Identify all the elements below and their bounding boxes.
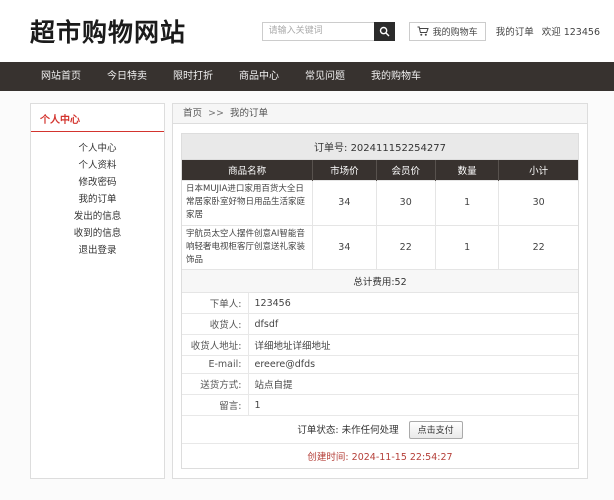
field-value: ereere@dfds (248, 356, 578, 374)
goods-table-header-row: 商品名称 市场价 会员价 数量 小计 (182, 160, 578, 181)
nav-item-product-center[interactable]: 商品中心 (226, 62, 292, 91)
sidebar-item-received-messages[interactable]: 收到的信息 (31, 225, 164, 242)
sidebar-item-sent-messages[interactable]: 发出的信息 (31, 208, 164, 225)
breadcrumb: 首页 >> 我的订单 (173, 104, 587, 124)
order-total: 总计费用:52 (182, 270, 578, 293)
breadcrumb-separator: >> (208, 108, 224, 119)
field-value: 站点自提 (248, 374, 578, 395)
order-number-value: 202411152254277 (351, 143, 446, 154)
site-title: 超市购物网站 (30, 13, 186, 49)
sidebar-item-logout[interactable]: 退出登录 (31, 242, 164, 259)
nav-item-my-cart[interactable]: 我的购物车 (358, 62, 434, 91)
info-row-message: 留言: 1 (182, 395, 578, 416)
pay-button[interactable]: 点击支付 (409, 421, 463, 439)
quantity: 1 (435, 181, 498, 226)
col-header-product-name: 商品名称 (182, 160, 313, 181)
product-name: 日本MUJIA进口家用百货大全日常居家卧室好物日用品生活家庭家居 (182, 181, 313, 226)
my-orders-link[interactable]: 我的订单 (496, 24, 534, 38)
order-info-table: 下单人: 123456 收货人: dfsdf 收货人地址: 详细地址详细地址 E… (182, 293, 578, 416)
nav-item-today-deals[interactable]: 今日特卖 (94, 62, 160, 91)
order-detail-box: 订单号: 202411152254277 商品名称 市场价 会员价 数量 小计 (181, 133, 579, 469)
page-header: 超市购物网站 我的购物车 我的 (0, 0, 614, 62)
sidebar-item-change-password[interactable]: 修改密码 (31, 174, 164, 191)
info-row-email: E-mail: ereere@dfds (182, 356, 578, 374)
info-row-buyer: 下单人: 123456 (182, 293, 578, 314)
sidebar-item-profile[interactable]: 个人资料 (31, 157, 164, 174)
order-status-row: 订单状态: 未作任何处理 点击支付 (182, 416, 578, 444)
goods-table: 商品名称 市场价 会员价 数量 小计 日本MUJIA进口家用百货大全日常居家卧室… (182, 160, 578, 270)
quantity: 1 (435, 225, 498, 270)
search-button[interactable] (374, 22, 395, 41)
sidebar-item-my-orders[interactable]: 我的订单 (31, 191, 164, 208)
field-label: 送货方式: (182, 374, 248, 395)
field-label: 收货人: (182, 314, 248, 335)
col-header-market-price: 市场价 (313, 160, 376, 181)
sidebar-title: 个人中心 (31, 104, 164, 132)
subtotal: 22 (499, 225, 578, 270)
table-row: 日本MUJIA进口家用百货大全日常居家卧室好物日用品生活家庭家居 34 30 1… (182, 181, 578, 226)
col-header-member-price: 会员价 (376, 160, 435, 181)
info-row-delivery-method: 送货方式: 站点自提 (182, 374, 578, 395)
created-time-value: 2024-11-15 22:54:27 (352, 452, 453, 463)
member-price: 22 (376, 225, 435, 270)
breadcrumb-home-link[interactable]: 首页 (183, 108, 202, 119)
content-area: 个人中心 个人中心 个人资料 修改密码 我的订单 发出的信息 收到的信息 退出登… (30, 103, 588, 479)
table-row: 宇航员太空人摆件创意AI智能音响轻奢电视柜客厅创意送礼家装饰品 34 22 1 … (182, 225, 578, 270)
member-price: 30 (376, 181, 435, 226)
breadcrumb-current: 我的订单 (230, 108, 268, 119)
info-row-consignee: 收货人: dfsdf (182, 314, 578, 335)
search-box (262, 22, 395, 41)
my-cart-button[interactable]: 我的购物车 (409, 22, 486, 41)
main-nav: 网站首页 今日特卖 限时打折 商品中心 常见问题 我的购物车 (0, 62, 614, 91)
field-label: 收货人地址: (182, 335, 248, 356)
sidebar: 个人中心 个人中心 个人资料 修改密码 我的订单 发出的信息 收到的信息 退出登… (30, 103, 165, 479)
order-status-value: 未作任何处理 (342, 425, 399, 436)
field-label: E-mail: (182, 356, 248, 374)
info-row-address: 收货人地址: 详细地址详细地址 (182, 335, 578, 356)
col-header-quantity: 数量 (435, 160, 498, 181)
sidebar-list: 个人中心 个人资料 修改密码 我的订单 发出的信息 收到的信息 退出登录 (31, 132, 164, 259)
market-price: 34 (313, 225, 376, 270)
order-status-label: 订单状态: (297, 425, 338, 436)
my-cart-label: 我的购物车 (433, 25, 478, 38)
field-label: 下单人: (182, 293, 248, 314)
sidebar-item-personal-center[interactable]: 个人中心 (31, 140, 164, 157)
nav-item-faq[interactable]: 常见问题 (292, 62, 358, 91)
field-value: 123456 (248, 293, 578, 314)
product-name: 宇航员太空人摆件创意AI智能音响轻奢电视柜客厅创意送礼家装饰品 (182, 225, 313, 270)
subtotal: 30 (499, 181, 578, 226)
col-header-subtotal: 小计 (499, 160, 578, 181)
field-value: 详细地址详细地址 (248, 335, 578, 356)
created-time-label: 创建时间: (307, 452, 348, 463)
field-value: 1 (248, 395, 578, 416)
field-label: 留言: (182, 395, 248, 416)
search-icon (379, 26, 390, 37)
field-value: dfsdf (248, 314, 578, 335)
cart-icon (417, 26, 429, 37)
main-panel: 首页 >> 我的订单 订单号: 202411152254277 商品名称 市场价… (172, 103, 588, 479)
order-number-label: 订单号: (314, 143, 347, 154)
welcome-text: 欢迎 123456 (542, 24, 600, 38)
header-right: 我的购物车 我的订单 欢迎 123456 (262, 22, 600, 41)
nav-item-limited-discount[interactable]: 限时打折 (160, 62, 226, 91)
nav-item-home[interactable]: 网站首页 (28, 62, 94, 91)
market-price: 34 (313, 181, 376, 226)
order-number-row: 订单号: 202411152254277 (182, 134, 578, 160)
search-input[interactable] (262, 22, 374, 41)
order-created-row: 创建时间: 2024-11-15 22:54:27 (182, 444, 578, 468)
